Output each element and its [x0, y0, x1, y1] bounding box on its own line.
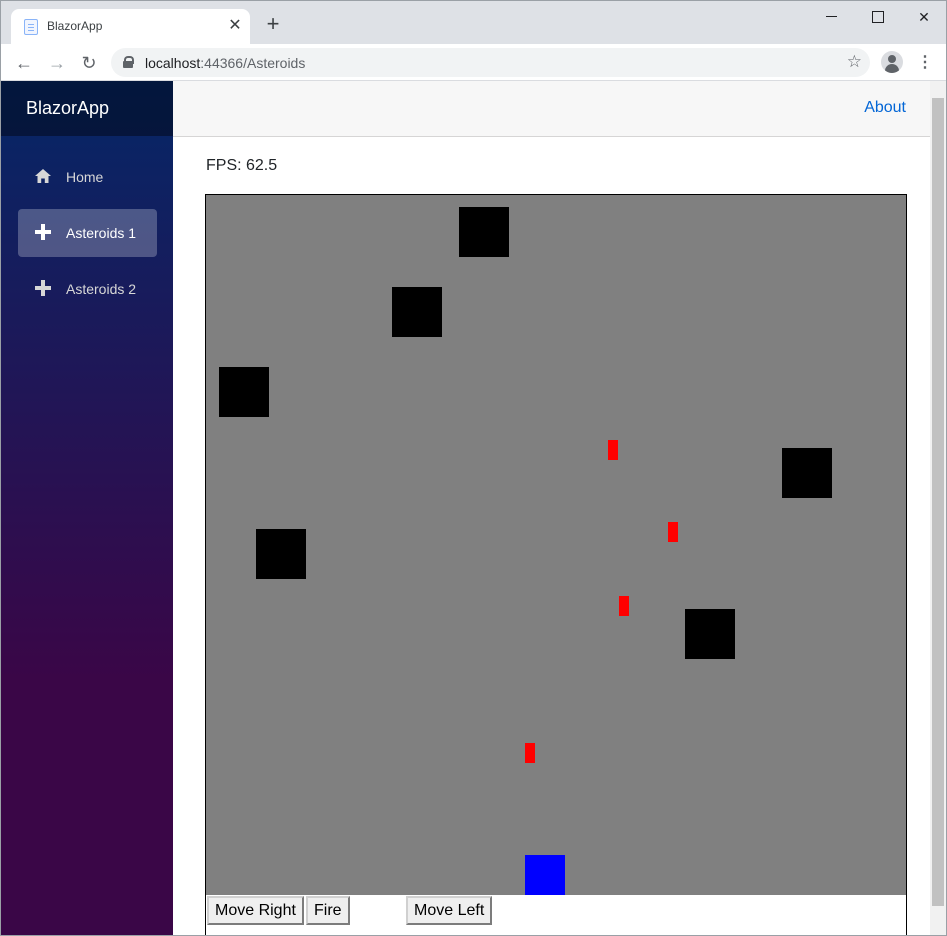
bullet: [619, 596, 629, 616]
back-arrow-icon[interactable]: ←: [12, 51, 36, 75]
lock-icon[interactable]: [123, 56, 134, 68]
fire-button[interactable]: Fire: [306, 896, 350, 925]
sidebar-item-home[interactable]: Home: [18, 153, 157, 201]
menu-kebab-icon[interactable]: ⋮: [915, 52, 935, 74]
plus-icon: [35, 280, 51, 296]
sidebar-item-asteroids-2[interactable]: Asteroids 2: [18, 265, 157, 313]
sidebar: BlazorApp Home Asteroids 1 Asteroids 2: [1, 81, 173, 935]
maximize-button[interactable]: [863, 7, 893, 27]
tab-close-icon[interactable]: ✕: [226, 17, 244, 35]
bookmark-star-icon[interactable]: ☆: [847, 52, 862, 72]
game-container: Move Right Fire Move Left: [205, 194, 907, 935]
tab-strip: BlazorApp ✕ + ✕: [1, 1, 946, 44]
browser-tab[interactable]: BlazorApp ✕: [11, 9, 250, 44]
new-tab-button[interactable]: +: [263, 13, 283, 35]
bullet: [668, 522, 678, 542]
sidebar-item-asteroids-1[interactable]: Asteroids 1: [18, 209, 157, 257]
address-bar[interactable]: localhost:44366/Asteroids ☆: [111, 48, 870, 77]
brand-link[interactable]: BlazorApp: [26, 98, 109, 119]
sidebar-item-label: Home: [66, 169, 104, 185]
browser-window: BlazorApp ✕ + ✕ ← → ↻ localhost:44366/As…: [0, 0, 947, 936]
move-left-button[interactable]: Move Left: [406, 896, 493, 925]
bullet: [608, 440, 618, 460]
sidebar-item-label: Asteroids 1: [66, 225, 137, 241]
sidebar-item-label: Asteroids 2: [66, 281, 137, 297]
minimize-button[interactable]: [817, 7, 847, 27]
player-ship: [525, 855, 565, 895]
plus-icon: [35, 224, 51, 240]
reload-icon[interactable]: ↻: [77, 51, 101, 75]
page-scrollbar[interactable]: [930, 81, 946, 935]
scrollbar-thumb[interactable]: [932, 98, 944, 906]
brand-bar: BlazorApp: [1, 81, 173, 136]
page-viewport: BlazorApp Home Asteroids 1 Asteroids 2 A…: [1, 81, 946, 935]
asteroid: [219, 367, 269, 417]
page-favicon-icon: [24, 19, 38, 35]
asteroid: [782, 448, 832, 498]
browser-toolbar: ← → ↻ localhost:44366/Asteroids ☆ ⋮: [1, 44, 946, 81]
url-host: localhost: [145, 55, 201, 71]
top-row: About: [173, 81, 930, 137]
move-right-button[interactable]: Move Right: [207, 896, 304, 925]
url-path: :44366/Asteroids: [200, 55, 306, 71]
about-link[interactable]: About: [864, 99, 906, 117]
bullet: [525, 743, 535, 763]
game-canvas: [206, 195, 906, 895]
url-text[interactable]: localhost:44366/Asteroids: [145, 55, 305, 71]
forward-arrow-icon[interactable]: →: [45, 51, 69, 75]
game-controls: Move Right Fire Move Left: [206, 895, 906, 927]
asteroid: [685, 609, 735, 659]
asteroid: [392, 287, 442, 337]
fps-counter: FPS: 62.5: [206, 157, 278, 174]
asteroid: [256, 529, 306, 579]
close-window-button[interactable]: ✕: [909, 7, 939, 27]
tab-title: BlazorApp: [47, 19, 103, 33]
home-icon: [35, 169, 51, 183]
asteroid: [459, 207, 509, 257]
profile-avatar-icon[interactable]: [881, 51, 903, 73]
